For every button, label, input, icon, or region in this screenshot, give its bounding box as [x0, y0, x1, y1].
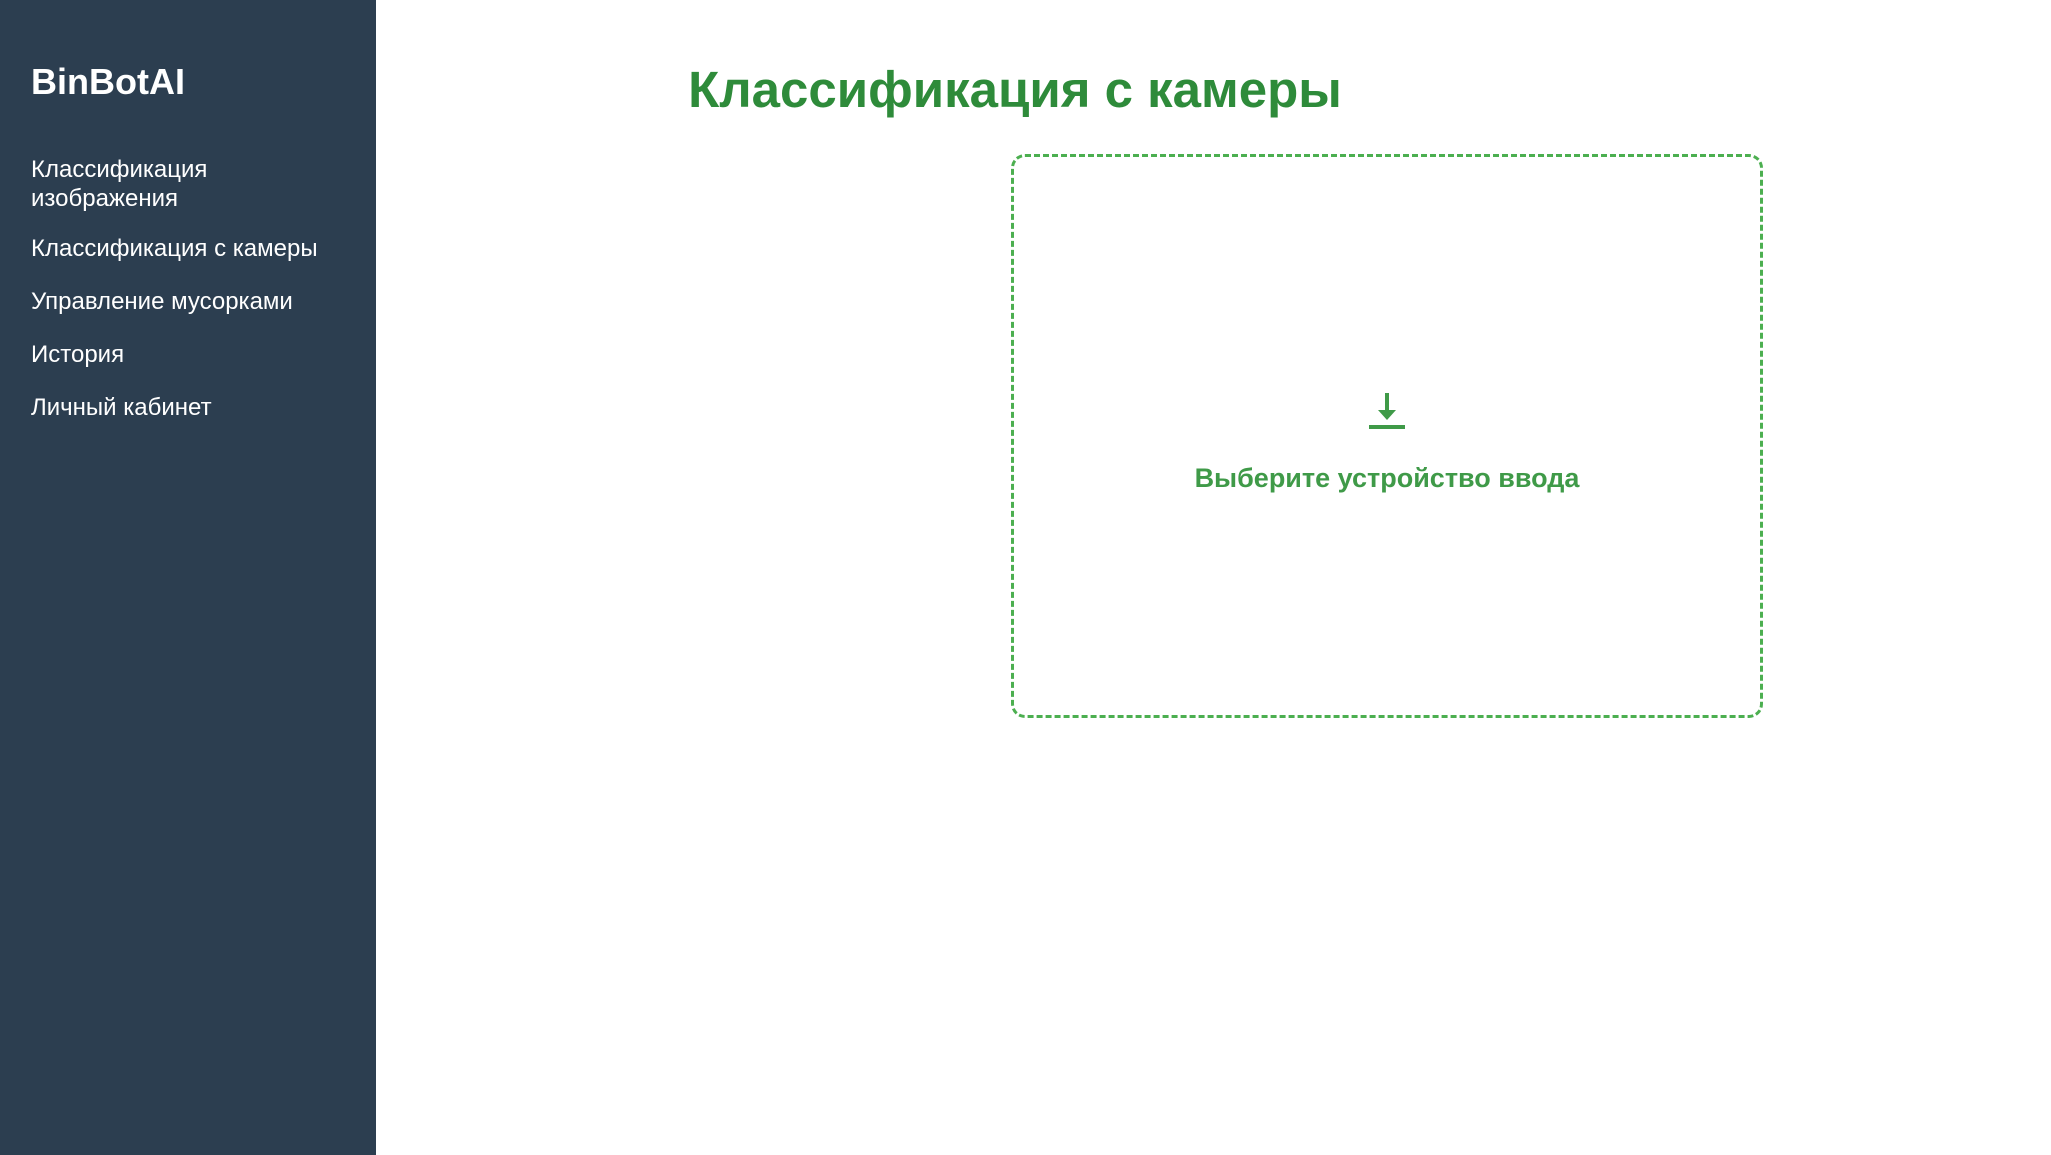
dropzone-label: Выберите устройство ввода [1194, 463, 1580, 493]
sidebar-item-camera-classification[interactable]: Классификация с камеры [31, 234, 341, 263]
sidebar-item-history[interactable]: История [31, 340, 341, 369]
sidebar-item-account[interactable]: Личный кабинет [31, 393, 341, 422]
sidebar-nav: Классификация изображения Классификация … [31, 155, 345, 422]
main-content: Классификация с камеры Выберите устройст… [376, 0, 2051, 1155]
sidebar-item-image-classification[interactable]: Классификация изображения [31, 155, 341, 213]
input-device-dropzone[interactable]: Выберите устройство ввода [1011, 154, 1763, 718]
download-icon [1369, 393, 1405, 429]
sidebar: BinBotAI Классификация изображения Класс… [0, 0, 376, 1155]
page-title: Классификация с камеры [688, 61, 1342, 118]
app-window: BinBotAI Классификация изображения Класс… [0, 0, 2051, 1155]
sidebar-item-bin-management[interactable]: Управление мусорками [31, 287, 341, 316]
